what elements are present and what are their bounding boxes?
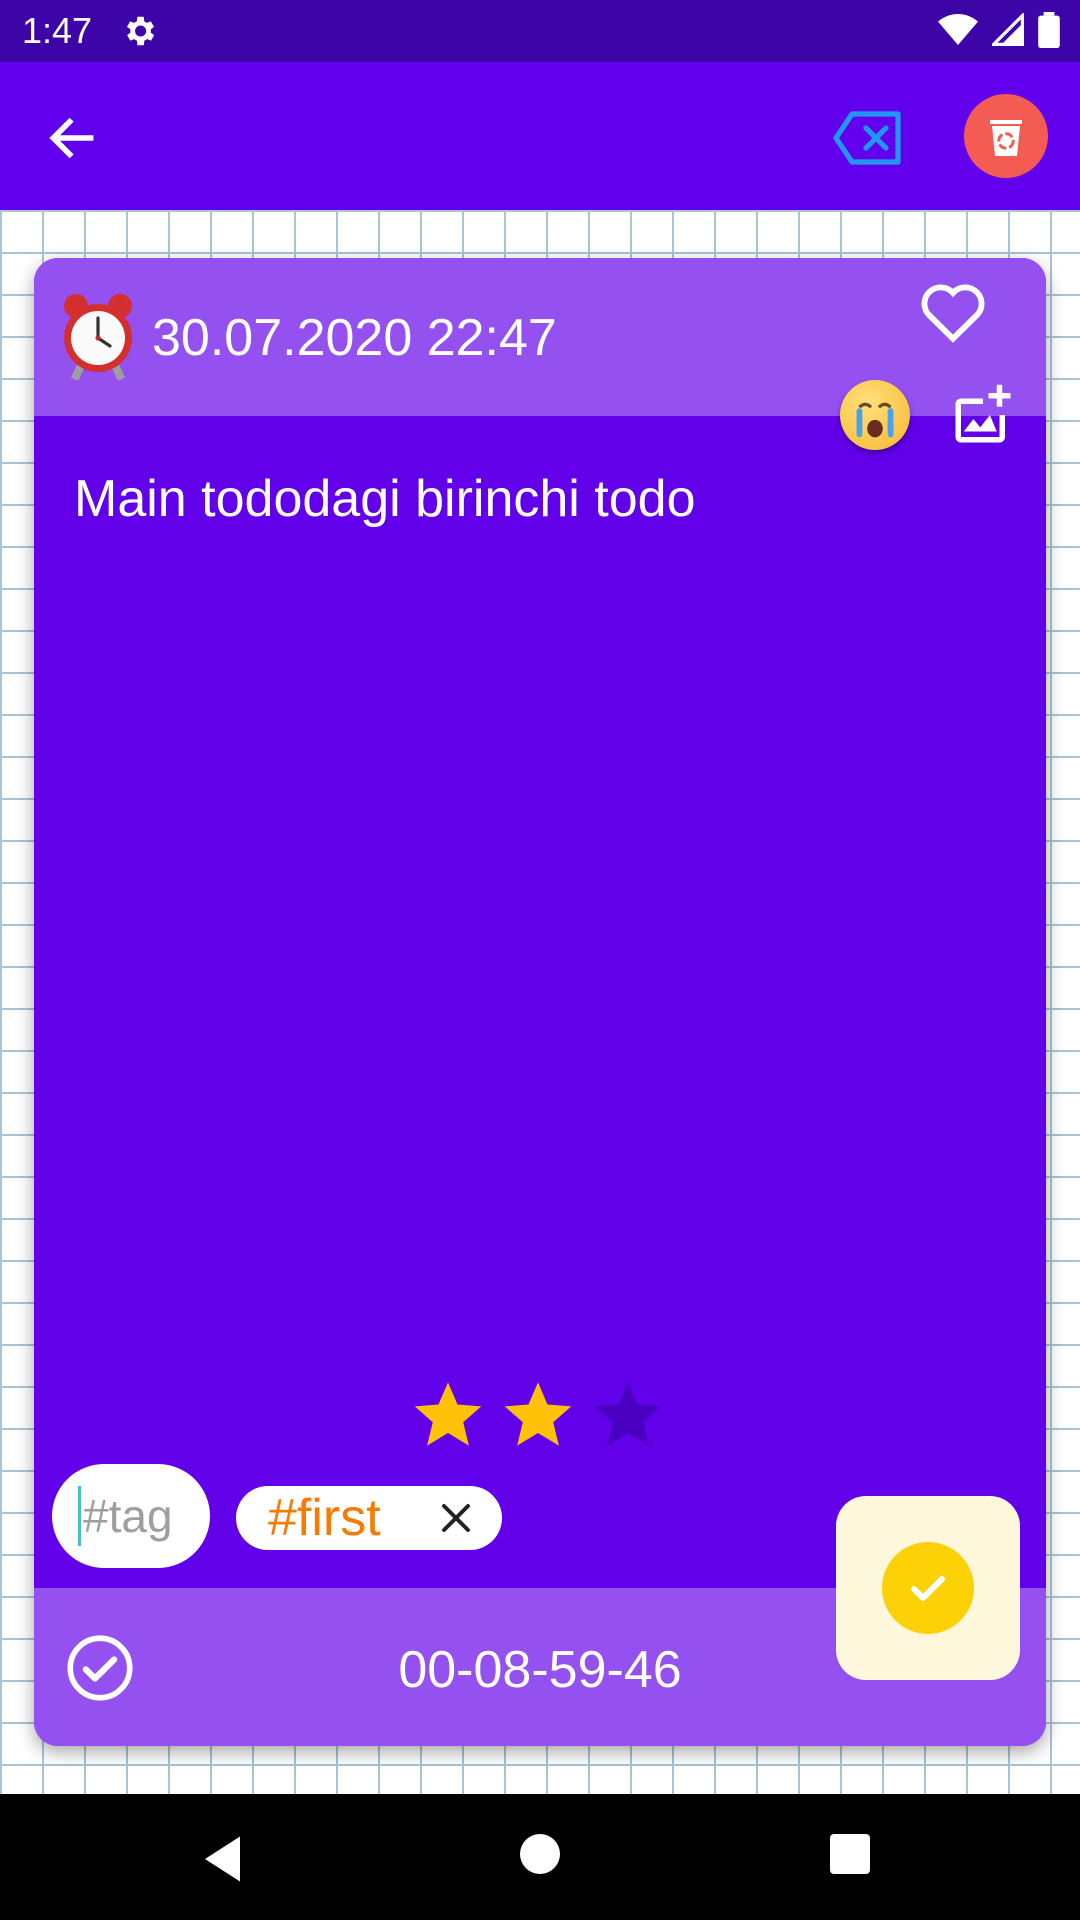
settings-icon bbox=[126, 16, 155, 46]
nav-back-icon[interactable] bbox=[200, 1834, 250, 1884]
heart-icon[interactable] bbox=[918, 278, 988, 344]
app-bar bbox=[0, 62, 1080, 210]
star-empty-icon[interactable] bbox=[590, 1376, 666, 1452]
signal-icon bbox=[992, 13, 1024, 46]
tag-input-placeholder: #tag bbox=[83, 1490, 173, 1542]
tag-chip[interactable]: #first bbox=[236, 1486, 502, 1550]
delete-button[interactable] bbox=[964, 94, 1048, 178]
tag-chip-label: #first bbox=[268, 1489, 381, 1547]
nav-recents-icon[interactable] bbox=[830, 1834, 870, 1874]
crying-face-icon[interactable] bbox=[840, 380, 910, 450]
battery-icon bbox=[1038, 12, 1060, 48]
clear-tag-icon[interactable] bbox=[832, 108, 904, 168]
status-time: 1:47 bbox=[22, 10, 93, 51]
status-bar: 1:47 bbox=[0, 0, 1080, 62]
reminder-date[interactable]: 30.07.2020 22:47 bbox=[152, 308, 557, 368]
star-filled-icon[interactable] bbox=[500, 1376, 576, 1452]
rating-stars[interactable] bbox=[410, 1376, 666, 1452]
alarm-clock-icon[interactable] bbox=[58, 292, 138, 380]
recycle-trash-icon bbox=[990, 120, 1022, 156]
nav-home-icon[interactable] bbox=[520, 1834, 560, 1874]
tag-input[interactable]: #tag bbox=[52, 1464, 210, 1568]
text-cursor bbox=[78, 1486, 81, 1546]
add-image-icon[interactable] bbox=[950, 382, 1016, 448]
status-icons bbox=[938, 12, 1060, 48]
crying-face-features bbox=[856, 402, 894, 438]
done-panel bbox=[836, 1496, 1020, 1680]
wifi-icon bbox=[938, 14, 978, 45]
close-icon[interactable] bbox=[438, 1500, 474, 1536]
back-arrow-icon[interactable] bbox=[44, 110, 100, 166]
checkmark-icon bbox=[911, 1576, 945, 1601]
navigation-bar bbox=[0, 1794, 1080, 1920]
todo-text[interactable]: Main tododagi birinchi todo bbox=[74, 468, 696, 530]
star-filled-icon[interactable] bbox=[410, 1376, 486, 1452]
done-button[interactable] bbox=[882, 1542, 974, 1634]
